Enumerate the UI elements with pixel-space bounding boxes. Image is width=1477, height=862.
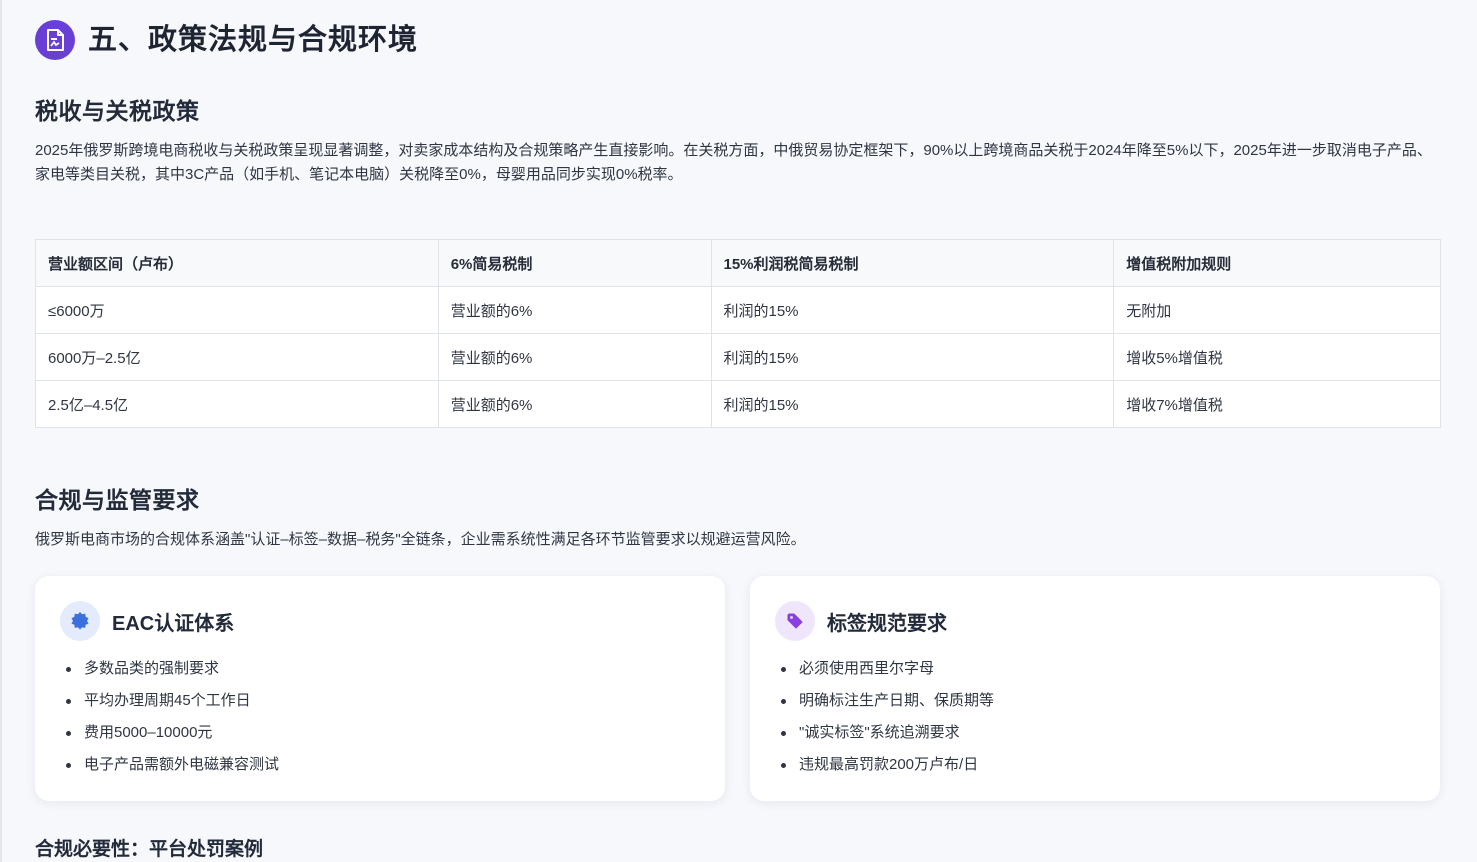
table-cell: 利润的15% [710,333,1115,381]
table-row: ≤6000万 营业额的6% 利润的15% 无附加 [35,286,1441,334]
table-cell: 营业额的6% [437,286,712,334]
table-cell: ≤6000万 [35,286,439,334]
label-requirements-card: 标签规范要求 必须使用西里尔字母 明确标注生产日期、保质期等 "诚实标签"系统追… [750,576,1440,801]
tax-section-paragraph: 2025年俄罗斯跨境电商税收与关税政策呈现显著调整，对卖家成本结构及合规策略产生… [35,142,1432,183]
list-item: 费用5000–10000元 [60,717,279,749]
card-list: 必须使用西里尔字母 明确标注生产日期、保质期等 "诚实标签"系统追溯要求 违规最… [775,653,994,781]
table-cell: 营业额的6% [437,333,712,381]
tax-section-title: 税收与关税政策 [35,98,200,124]
table-cell: 增收7%增值税 [1113,380,1441,428]
list-item: 电子产品需额外电磁兼容测试 [60,749,279,781]
table-cell: 6000万–2.5亿 [35,333,439,381]
page-title: 五、政策法规与合规环境 [88,24,419,56]
section-header: 五、政策法规与合规环境 [35,20,418,60]
card-header: 标签规范要求 [775,601,947,641]
column-header-revenue-range: 营业额区间（卢布） [35,239,439,287]
document-chart-icon [35,20,75,60]
card-header: EAC认证体系 [60,601,234,641]
table-row: 6000万–2.5亿 营业额的6% 利润的15% 增收5%增值税 [35,333,1441,381]
eac-certification-card: EAC认证体系 多数品类的强制要求 平均办理周期45个工作日 费用5000–10… [35,576,725,801]
table-cell: 2.5亿–4.5亿 [35,380,439,428]
compliance-section-title: 合规与监管要求 [35,487,200,513]
compliance-section-paragraph: 俄罗斯电商市场的合规体系涵盖"认证–标签–数据–税务"全链条，企业需系统性满足各… [35,531,806,548]
list-item: 明确标注生产日期、保质期等 [775,685,994,717]
list-item: 多数品类的强制要求 [60,653,279,685]
column-header-6pct-simple-tax: 6%简易税制 [437,239,712,287]
table-cell: 利润的15% [710,380,1115,428]
list-item: 必须使用西里尔字母 [775,653,994,685]
list-item: 平均办理周期45个工作日 [60,685,279,717]
table-cell: 无附加 [1113,286,1441,334]
list-item: "诚实标签"系统追溯要求 [775,717,994,749]
table-cell: 营业额的6% [437,380,712,428]
table-cell: 增收5%增值税 [1113,333,1441,381]
list-item: 违规最高罚款200万卢布/日 [775,749,994,781]
tax-table: 营业额区间（卢布） 6%简易税制 15%利润税简易税制 增值税附加规则 ≤600… [35,239,1441,428]
compliance-penalty-subheading: 合规必要性：平台处罚案例 [35,839,264,860]
page-left-rule [0,0,2,862]
column-header-vat-rule: 增值税附加规则 [1113,239,1441,287]
card-title: 标签规范要求 [827,612,947,635]
table-header-row: 营业额区间（卢布） 6%简易税制 15%利润税简易税制 增值税附加规则 [35,239,1441,287]
table-row: 2.5亿–4.5亿 营业额的6% 利润的15% 增收7%增值税 [35,380,1441,428]
table-cell: 利润的15% [710,286,1115,334]
certificate-badge-icon [60,601,100,641]
column-header-15pct-profit-tax: 15%利润税简易税制 [710,239,1115,287]
card-list: 多数品类的强制要求 平均办理周期45个工作日 费用5000–10000元 电子产… [60,653,279,781]
tag-icon [775,601,815,641]
card-title: EAC认证体系 [112,612,235,635]
